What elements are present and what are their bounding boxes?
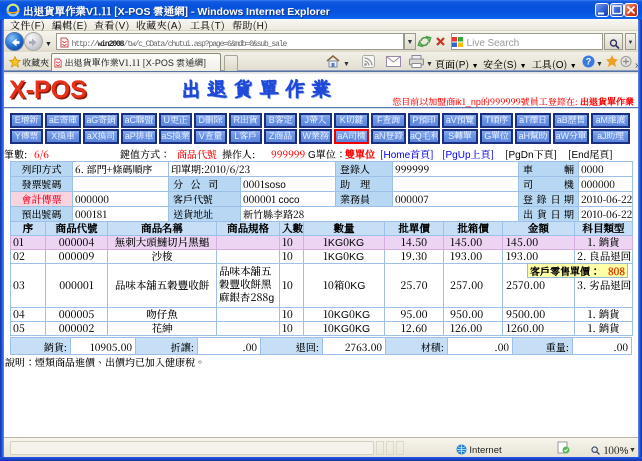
svg-text:?: ?	[586, 57, 592, 67]
